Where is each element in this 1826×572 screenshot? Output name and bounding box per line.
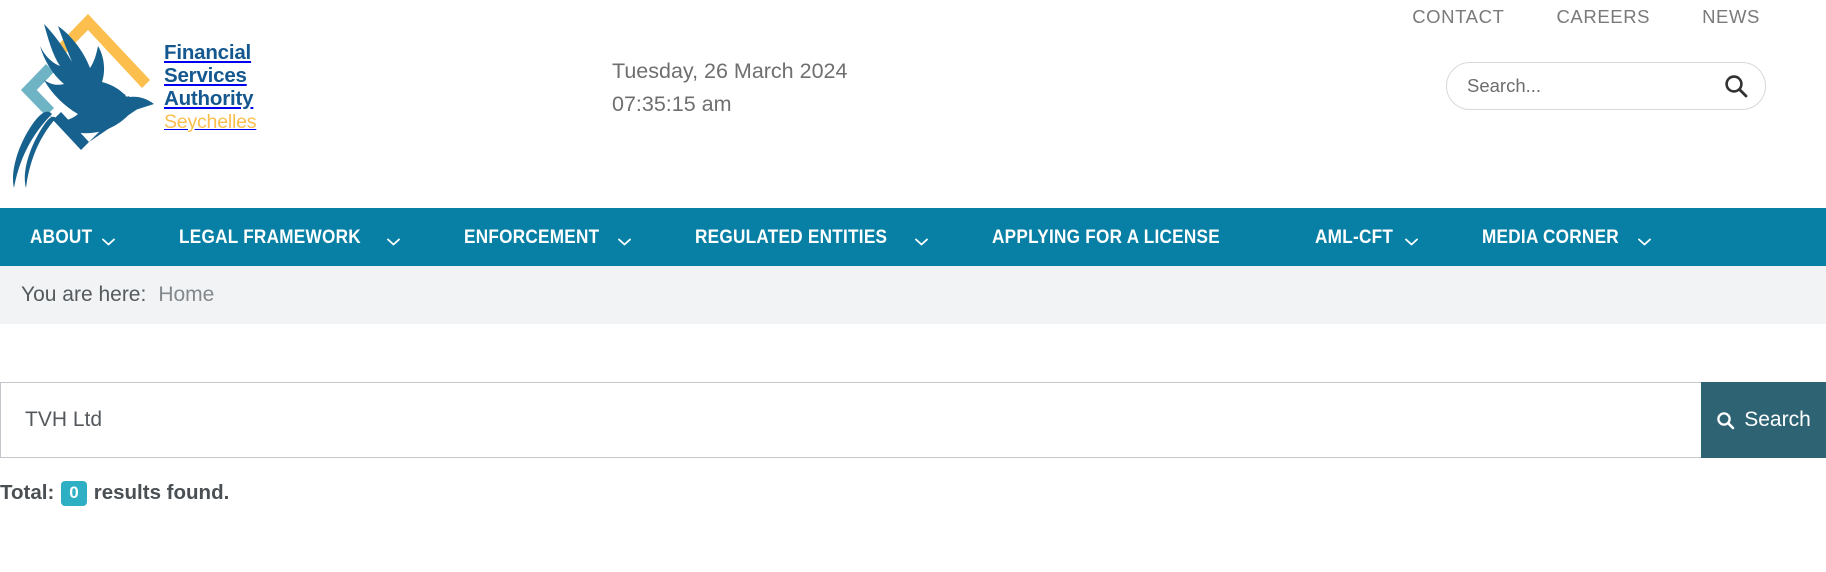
nav-item-enforcement-label: ENFORCEMENT <box>463 225 599 248</box>
search-button-label: Search <box>1744 408 1811 431</box>
nav-item-media-corner[interactable]: MEDIA CORNER <box>1482 226 1652 249</box>
results-total: Total: 0 results found. <box>0 481 1826 506</box>
nav-item-legal-framework[interactable]: LEGAL FRAMEWORK <box>179 226 400 249</box>
breadcrumb-item-home[interactable]: Home <box>158 283 214 307</box>
utility-link-news[interactable]: NEWS <box>1702 6 1760 28</box>
header-date: Tuesday, 26 March 2024 <box>612 59 848 83</box>
header-datetime: Tuesday, 26 March 2024 07:35:15 am <box>612 55 847 120</box>
nav-item-regulated-entities-label: REGULATED ENTITIES <box>695 225 888 248</box>
search-results-panel: Search Total: 0 results found. <box>0 382 1826 506</box>
search-button[interactable]: Search <box>1701 382 1826 458</box>
search-icon[interactable] <box>1723 73 1749 99</box>
site-logo-link[interactable]: Financial Services Authority Seychelles <box>6 2 257 190</box>
logo-wordmark: Financial Services Authority Seychelles <box>164 41 257 134</box>
results-count-badge: 0 <box>61 481 87 506</box>
search-input[interactable] <box>25 408 1701 432</box>
fsa-seychelles-tropicbird-logo-icon <box>6 2 158 190</box>
utility-nav: CONTACT CAREERS NEWS <box>1412 6 1760 28</box>
nav-item-about[interactable]: ABOUT <box>30 226 115 249</box>
chevron-down-icon[interactable] <box>1404 233 1418 246</box>
nav-item-applying-for-a-license-label: APPLYING FOR A LICENSE <box>991 225 1220 248</box>
logo-line-3: Authority <box>164 86 254 110</box>
header-time: 07:35:15 am <box>612 91 732 116</box>
nav-item-applying-for-a-license[interactable]: APPLYING FOR A LICENSE <box>992 226 1251 249</box>
utility-link-contact[interactable]: CONTACT <box>1412 6 1504 28</box>
site-header: Financial Services Authority Seychelles … <box>0 0 1826 208</box>
logo-subtitle: Seychelles <box>164 110 257 133</box>
nav-item-aml-cft[interactable]: AML-CFT <box>1315 226 1418 249</box>
chevron-down-icon[interactable] <box>386 233 400 246</box>
nav-item-legal-framework-label: LEGAL FRAMEWORK <box>178 225 361 248</box>
header-search-input[interactable] <box>1467 75 1723 97</box>
main-navigation: ABOUT LEGAL FRAMEWORK ENFORCEMENT REGULA… <box>0 208 1826 266</box>
nav-item-regulated-entities[interactable]: REGULATED ENTITIES <box>695 225 928 249</box>
nav-item-media-corner-label: MEDIA CORNER <box>1481 225 1619 248</box>
search-input-wrapper[interactable] <box>0 382 1701 458</box>
chevron-down-icon[interactable] <box>1638 233 1652 246</box>
logo-line-2: Services <box>164 63 247 87</box>
chevron-down-icon[interactable] <box>915 233 928 246</box>
search-form: Search <box>0 382 1826 458</box>
results-total-suffix: results found. <box>93 481 230 505</box>
results-total-prefix: Total: <box>0 481 55 505</box>
search-icon <box>1716 411 1735 430</box>
chevron-down-icon[interactable] <box>618 233 632 246</box>
utility-link-careers[interactable]: CAREERS <box>1556 6 1650 28</box>
header-search[interactable] <box>1446 62 1766 110</box>
breadcrumb-prefix: You are here: <box>21 283 147 306</box>
nav-item-aml-cft-label: AML-CFT <box>1314 225 1394 248</box>
nav-item-enforcement[interactable]: ENFORCEMENT <box>464 226 632 249</box>
chevron-down-icon[interactable] <box>101 233 115 246</box>
nav-item-about-label: ABOUT <box>30 225 93 248</box>
breadcrumb: You are here: Home <box>0 266 1826 324</box>
logo-line-1: Financial <box>164 41 252 64</box>
